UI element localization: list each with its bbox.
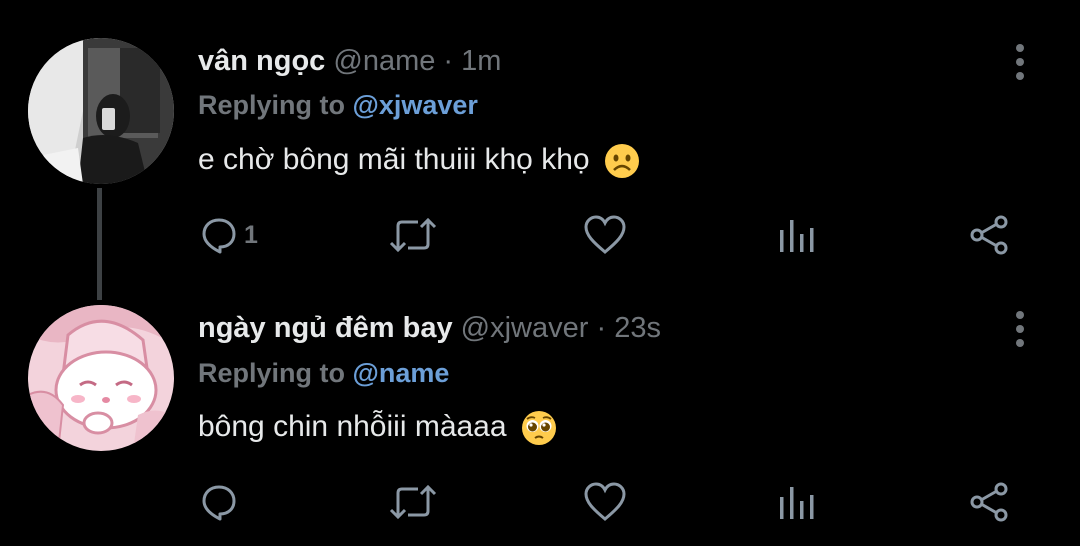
tweet-header: ngày ngủ đêm bay @xjwaver · 23s bbox=[198, 312, 661, 345]
retweet-icon bbox=[389, 217, 437, 253]
retweet-button[interactable] bbox=[388, 216, 438, 254]
separator: · bbox=[443, 45, 454, 77]
reply-button[interactable] bbox=[200, 483, 244, 521]
share-button[interactable] bbox=[968, 481, 1010, 523]
more-icon[interactable] bbox=[1008, 44, 1032, 84]
avatar[interactable] bbox=[28, 305, 174, 451]
frowning-face-icon bbox=[604, 144, 639, 179]
retweet-button[interactable] bbox=[388, 483, 438, 521]
like-button[interactable] bbox=[583, 481, 627, 523]
pleading-face-icon bbox=[521, 411, 556, 446]
tweet-header: vân ngọc @name · 1m bbox=[198, 45, 501, 78]
replying-mention[interactable]: @xjwaver bbox=[353, 90, 478, 120]
author-handle[interactable]: @name bbox=[333, 45, 435, 77]
more-icon[interactable] bbox=[1008, 311, 1032, 351]
replying-to: Replying to @name bbox=[198, 358, 449, 389]
author-handle[interactable]: @xjwaver bbox=[461, 312, 589, 344]
reply-icon bbox=[202, 218, 236, 254]
author-name[interactable]: ngày ngủ đêm bay bbox=[198, 312, 453, 344]
tweet-text-content: bông chin nhỗiii màaaa bbox=[198, 410, 507, 443]
separator: · bbox=[596, 312, 607, 344]
share-button[interactable] bbox=[968, 214, 1010, 256]
replying-to: Replying to @xjwaver bbox=[198, 90, 478, 121]
author-name[interactable]: vân ngọc bbox=[198, 45, 325, 77]
timestamp[interactable]: 1m bbox=[461, 45, 501, 77]
tweet-text: e chờ bông mãi thuiii khọ khọ bbox=[198, 143, 640, 179]
like-icon bbox=[584, 215, 626, 254]
replying-mention[interactable]: @name bbox=[353, 358, 450, 388]
reply-count: 1 bbox=[244, 220, 258, 249]
retweet-icon bbox=[389, 484, 437, 520]
analytics-icon bbox=[780, 487, 814, 519]
tweet-text: bông chin nhỗiii màaaa bbox=[198, 410, 557, 446]
timestamp[interactable]: 23s bbox=[614, 312, 661, 344]
tweet-text-content: e chờ bông mãi thuiii khọ khọ bbox=[198, 143, 590, 176]
reply-button[interactable]: 1 bbox=[200, 216, 258, 254]
avatar[interactable] bbox=[28, 38, 174, 184]
like-icon bbox=[584, 482, 626, 521]
replying-prefix: Replying to bbox=[198, 90, 345, 120]
analytics-icon bbox=[780, 220, 814, 252]
share-icon bbox=[970, 215, 1008, 255]
share-icon bbox=[970, 482, 1008, 522]
reply-icon bbox=[202, 485, 236, 521]
thread-line bbox=[97, 188, 102, 300]
like-button[interactable] bbox=[583, 214, 627, 256]
analytics-button[interactable] bbox=[778, 216, 816, 254]
analytics-button[interactable] bbox=[778, 483, 816, 521]
replying-prefix: Replying to bbox=[198, 358, 345, 388]
